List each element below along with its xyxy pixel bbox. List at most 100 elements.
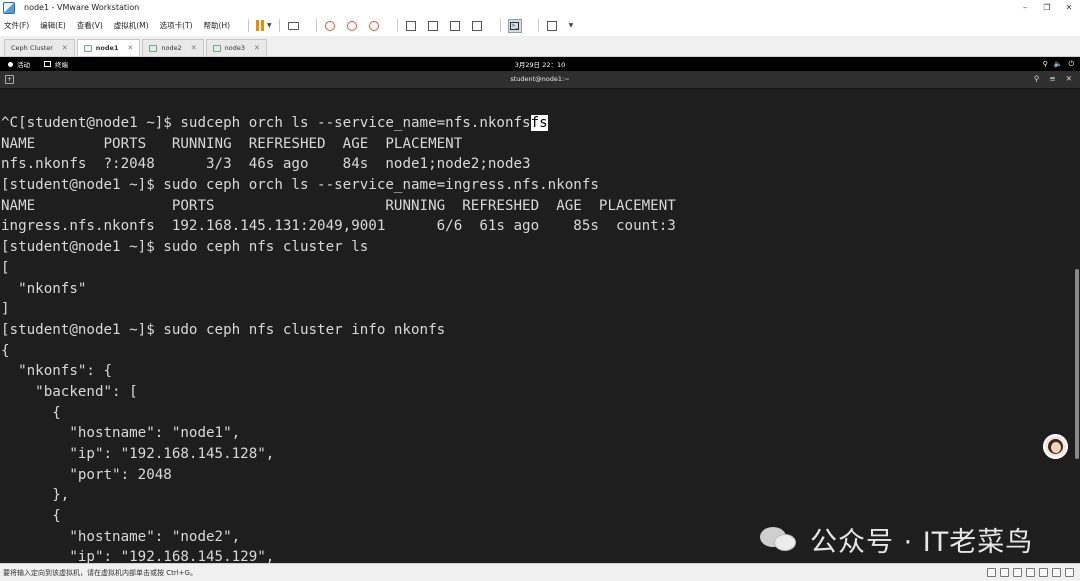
scrollbar-thumb[interactable] <box>1075 269 1079 459</box>
activities-button[interactable]: 活动 <box>8 59 30 69</box>
terminal-scrollbar[interactable] <box>1072 89 1080 563</box>
terminal-line-text: [student@node1 ~]$ sudo ceph nfs cluster… <box>1 239 369 256</box>
revert-snapshot-button[interactable] <box>346 20 359 32</box>
terminal-line-text: "nkonfs" <box>1 280 87 297</box>
chevron-down-icon[interactable]: ▼ <box>569 22 574 29</box>
terminal-line-text: ingress.nfs.nkonfs 192.168.145.131:2049,… <box>1 218 676 235</box>
message-icon[interactable] <box>1065 568 1074 577</box>
status-message: 要将输入定向到该虚拟机，请在虚拟机内部单击或按 Ctrl+G。 <box>3 568 197 577</box>
chat-bubble-icon <box>774 533 796 551</box>
terminal-line: "ip": "192.168.145.128", <box>1 444 676 465</box>
vm-icon <box>149 44 158 52</box>
menu-vm[interactable]: 虚拟机(M) <box>114 20 149 31</box>
close-button[interactable]: ✕ <box>1058 0 1080 15</box>
close-icon[interactable]: ✕ <box>254 44 260 52</box>
unity-icon <box>472 20 483 31</box>
toolbar-separator <box>499 19 501 32</box>
network-adapter-icon[interactable] <box>1013 568 1022 577</box>
close-icon[interactable]: ✕ <box>127 44 133 52</box>
console-view-button[interactable]: >_ <box>507 18 522 33</box>
power-icon: ⏻ <box>1068 59 1074 68</box>
terminal-line-text: { <box>1 508 61 525</box>
terminal-line: { <box>1 506 676 527</box>
maximize-button[interactable]: ❐ <box>1036 0 1058 15</box>
terminal-title: student@node1:~ <box>510 75 570 83</box>
thumbnail-view-button[interactable] <box>427 20 440 32</box>
terminal-line-text: "hostname": "node1", <box>1 425 241 442</box>
terminal-line-text: [ <box>1 259 10 276</box>
terminal-line: }, <box>1 485 676 506</box>
display-icon[interactable] <box>1052 568 1061 577</box>
sound-icon[interactable] <box>1039 568 1048 577</box>
hard-disk-icon[interactable] <box>987 568 996 577</box>
library-view-button[interactable] <box>405 20 418 32</box>
vmware-app-icon <box>3 1 15 14</box>
terminal-line: NAME PORTS RUNNING REFRESHED AGE PLACEME… <box>1 196 676 217</box>
sidebar-icon <box>406 20 417 31</box>
menu-tabs[interactable]: 选项卡(T) <box>160 20 193 31</box>
fullscreen-icon <box>450 20 461 31</box>
watermark: 公众号 · IT老菜鸟 <box>760 520 1033 559</box>
avatar[interactable] <box>1043 434 1068 459</box>
terminal-line-text: { <box>1 404 61 421</box>
close-icon[interactable]: ✕ <box>62 44 68 52</box>
network-icon: ⚲ <box>1042 60 1048 68</box>
minimize-button[interactable]: – <box>1014 0 1036 15</box>
new-tab-button[interactable]: + <box>5 75 14 84</box>
thumbnail-icon <box>428 20 439 31</box>
cd-rom-icon[interactable] <box>1000 568 1009 577</box>
terminal-line: "hostname": "node2", <box>1 527 676 548</box>
terminal-line-text: "hostname": "node2", <box>1 528 241 545</box>
menu-file[interactable]: 文件(F) <box>4 20 29 31</box>
search-icon[interactable]: ⚲ <box>1034 74 1040 83</box>
stretch-button[interactable] <box>546 20 559 32</box>
tab-node1[interactable]: node1 ✕ <box>76 39 141 56</box>
toolbar-separator <box>537 19 539 32</box>
system-tray[interactable]: ⚲ 🔈 ⏻ <box>1037 57 1074 71</box>
window-controls: – ❐ ✕ <box>1014 0 1080 15</box>
terminal-output[interactable]: ^C[student@node1 ~]$ sudceph orch ls --s… <box>0 89 1072 563</box>
app-menu-terminal[interactable]: 终端 <box>44 59 68 69</box>
terminal-line: "ip": "192.168.145.129", <box>1 547 676 563</box>
revert-icon <box>347 20 358 31</box>
tab-node2[interactable]: node2 ✕ <box>142 39 204 56</box>
toolbar-separator <box>315 19 317 32</box>
close-icon[interactable]: ✕ <box>191 44 197 52</box>
snapshot-button[interactable] <box>324 20 337 32</box>
terminal-line: "nkonfs" <box>1 279 676 300</box>
toolbar-separator <box>248 19 250 32</box>
snapshot-manager-icon <box>369 20 380 31</box>
terminal-line-text: "backend": [ <box>1 383 138 400</box>
tab-ceph-cluster[interactable]: Ceph Cluster ✕ <box>4 39 75 56</box>
terminal-line: [ <box>1 258 676 279</box>
tab-node3[interactable]: node3 ✕ <box>205 39 267 56</box>
window-title: node1 - VMware Workstation <box>24 3 140 12</box>
snapshot-manager-button[interactable] <box>368 20 381 32</box>
menu-view[interactable]: 查看(V) <box>77 20 103 31</box>
fullscreen-button[interactable] <box>449 20 462 32</box>
watermark-text: 公众号 · IT老菜鸟 <box>810 527 1034 558</box>
hamburger-menu-icon[interactable]: ≡ <box>1049 74 1055 83</box>
terminal-line-text: "port": 2048 <box>1 466 172 483</box>
pause-button[interactable]: ▼ <box>256 20 272 31</box>
terminal-line: nfs.nkonfs ?:2048 3/3 46s ago 84s node1;… <box>1 154 676 175</box>
send-ctrl-alt-del-button[interactable] <box>287 20 300 32</box>
tab-label: node3 <box>224 44 245 52</box>
menu-edit[interactable]: 编辑(E) <box>40 20 66 31</box>
activities-label: 活动 <box>17 61 30 69</box>
unity-button[interactable] <box>471 20 484 32</box>
usb-icon[interactable] <box>1026 568 1035 577</box>
vm-icon <box>83 44 92 52</box>
terminal-icon <box>44 61 51 67</box>
terminal-line: NAME PORTS RUNNING REFRESHED AGE PLACEME… <box>1 134 676 155</box>
wechat-logo-icon <box>760 525 800 555</box>
close-icon[interactable]: ✕ <box>1066 74 1072 83</box>
stretch-icon <box>547 20 558 31</box>
system-clock[interactable]: 3月29日 22：10 <box>515 59 566 69</box>
terminal-line-text: [student@node1 ~]$ sudo ceph orch ls --s… <box>1 177 599 194</box>
terminal-line: ] <box>1 299 676 320</box>
menu-help[interactable]: 帮助(H) <box>204 20 231 31</box>
terminal-line-text: ] <box>1 301 10 318</box>
activities-icon <box>8 61 13 67</box>
terminal-line: [student@node1 ~]$ sudo ceph nfs cluster… <box>1 320 676 341</box>
